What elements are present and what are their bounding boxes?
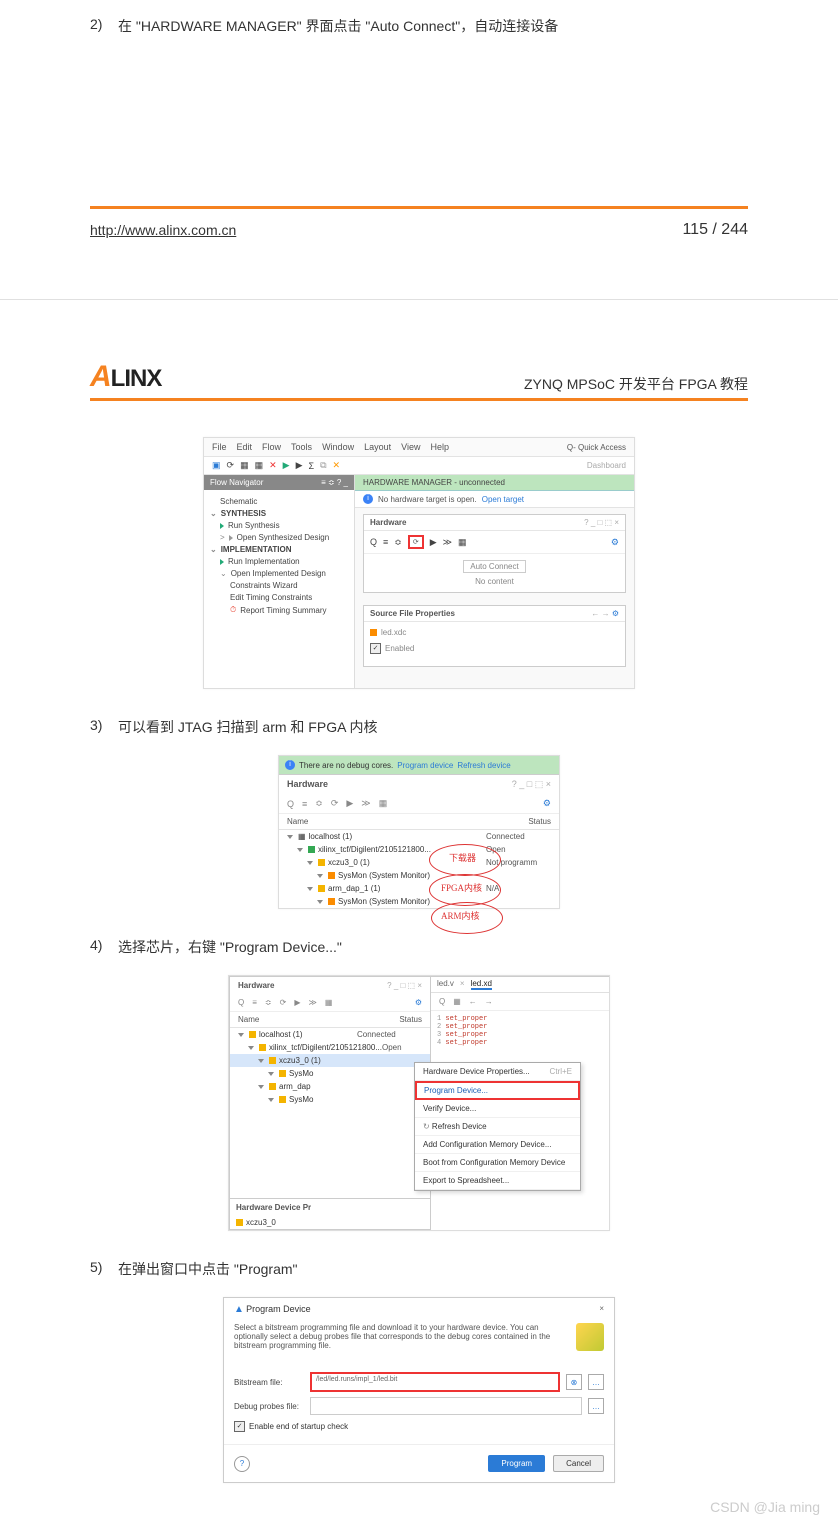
nav-item[interactable]: Schematic — [210, 497, 348, 506]
context-menu: Hardware Device Properties...Ctrl+EProgr… — [414, 1062, 581, 1191]
step-text: 在 "HARDWARE MANAGER" 界面点击 "Auto Connect"… — [118, 16, 748, 36]
dashboard-label[interactable]: Dashboard — [587, 461, 626, 470]
open-target-link[interactable]: Open target — [482, 495, 524, 504]
menubar: File Edit Flow Tools Window Layout View … — [204, 438, 634, 457]
screenshot-jtag-scan: i There are no debug cores. Program devi… — [278, 755, 560, 909]
probes-input[interactable] — [310, 1397, 582, 1415]
table-row[interactable]: xilinx_tcf/Digilent/2105121800...Open — [230, 1041, 430, 1054]
step-4: 4) 选择芯片，右键 "Program Device..." — [90, 937, 748, 957]
help-icon[interactable]: ? — [234, 1456, 250, 1472]
menu-view[interactable]: View — [401, 442, 420, 452]
nav-item[interactable]: ⏱ Report Timing Summary — [210, 605, 348, 615]
program-device-link[interactable]: Program device — [397, 761, 453, 770]
nav-item[interactable]: ⌄ Open Implemented Design — [210, 569, 348, 578]
search-icon[interactable]: Q — [370, 537, 377, 547]
program-button[interactable]: Program — [488, 1455, 545, 1472]
dialog-title: Program Device — [246, 1304, 311, 1314]
table-row[interactable]: xilinx_tcf/Digilent/2105121800...Open — [279, 843, 559, 856]
flow-navigator: Flow Navigator≡ ≎ ? _ Schematic⌄ SYNTHES… — [204, 475, 355, 688]
browse-icon[interactable]: … — [588, 1398, 604, 1414]
info-banner: i No hardware target is open. Open targe… — [355, 491, 634, 508]
step-3: 3) 可以看到 JTAG 扫描到 arm 和 FPGA 内核 — [90, 717, 748, 737]
chip-icon — [236, 1219, 243, 1226]
menu-edit[interactable]: Edit — [237, 442, 253, 452]
dialog-description: Select a bitstream programming file and … — [234, 1323, 568, 1351]
nav-item[interactable]: > Open Synthesized Design — [210, 533, 348, 542]
browse-icon[interactable]: … — [588, 1374, 604, 1390]
auto-connect-tooltip: Auto Connect — [463, 560, 525, 573]
page-separator — [0, 299, 838, 300]
menu-window[interactable]: Window — [322, 442, 354, 452]
xilinx-logo — [576, 1323, 604, 1351]
page-header: ALINX ZYNQ MPSoC 开发平台 FPGA 教程 — [90, 360, 748, 401]
bitstream-input[interactable]: /led/led.runs/impl_1/led.bit — [310, 1372, 560, 1392]
menu-item[interactable]: Program Device... — [415, 1081, 580, 1100]
tab-ledxdc[interactable]: led.xd — [471, 979, 492, 990]
screenshot-vivado-hwmanager: File Edit Flow Tools Window Layout View … — [203, 437, 635, 689]
menu-file[interactable]: File — [212, 442, 227, 452]
menu-flow[interactable]: Flow — [262, 442, 281, 452]
doc-subtitle: ZYNQ MPSoC 开发平台 FPGA 教程 — [524, 374, 748, 394]
source-file-props-panel: Source File Properties← → ⚙ led.xdc ✓Ena… — [363, 605, 626, 667]
auto-connect-icon[interactable]: ⟳ — [408, 535, 424, 549]
table-row[interactable]: SysMon (System Monitor) — [279, 869, 559, 882]
quick-access[interactable]: Q- Quick Access — [567, 443, 626, 452]
info-icon: i — [285, 760, 295, 770]
file-icon — [370, 629, 377, 636]
table-row[interactable]: SysMon (System Monitor) — [279, 895, 559, 908]
cancel-button[interactable]: Cancel — [553, 1455, 604, 1472]
refresh-device-link[interactable]: Refresh device — [457, 761, 510, 770]
step-2: 2) 在 "HARDWARE MANAGER" 界面点击 "Auto Conne… — [90, 16, 748, 36]
screenshot-program-dialog: ▲ Program Device × Select a bitstream pr… — [223, 1297, 615, 1483]
hw-device-props-title: Hardware Device Pr — [230, 1198, 430, 1216]
hw-manager-title: HARDWARE MANAGER - unconnected — [355, 475, 634, 491]
nav-item[interactable]: Run Implementation — [210, 557, 348, 566]
menu-item[interactable]: ↻ Refresh Device — [415, 1118, 580, 1136]
page-2: ALINX ZYNQ MPSoC 开发平台 FPGA 教程 File Edit … — [0, 350, 838, 1525]
close-icon[interactable]: × — [599, 1304, 604, 1315]
menu-item[interactable]: Hardware Device Properties...Ctrl+E — [415, 1063, 580, 1081]
table-row[interactable]: xczu3_0 (1) — [230, 1054, 430, 1067]
table-row[interactable]: arm_dap_1 (1)N/A — [279, 882, 559, 895]
hardware-panel: Hardware? _ □ ⬚ × Q ≡≎ ⟳ ▶≫▦ ⚙ Auto Conn… — [363, 514, 626, 593]
tab-ledv[interactable]: led.v — [437, 979, 454, 990]
app-icon: ▲ — [234, 1304, 244, 1315]
page-1: 2) 在 "HARDWARE MANAGER" 界面点击 "Auto Conne… — [0, 0, 838, 259]
clear-icon[interactable]: ⊗ — [566, 1374, 582, 1390]
menu-layout[interactable]: Layout — [364, 442, 391, 452]
table-row[interactable]: SysMo — [230, 1093, 430, 1106]
menu-item[interactable]: Boot from Configuration Memory Device — [415, 1154, 580, 1172]
info-icon: i — [363, 494, 373, 504]
table-row[interactable]: arm_dap — [230, 1080, 430, 1093]
page-number: 115 / 244 — [682, 221, 748, 239]
menu-item[interactable]: Verify Device... — [415, 1100, 580, 1118]
gear-icon[interactable]: ⚙ — [611, 537, 619, 548]
menu-help[interactable]: Help — [430, 442, 449, 452]
nav-item[interactable]: Run Synthesis — [210, 521, 348, 530]
alinx-logo: ALINX — [90, 360, 161, 394]
menu-tools[interactable]: Tools — [291, 442, 312, 452]
page-footer: http://www.alinx.com.cn 115 / 244 — [90, 206, 748, 239]
toolbar: ▣⟳▦▦ ✕ ▶▶ Σ⧉✕ Dashboard — [204, 457, 634, 475]
nav-item[interactable]: Edit Timing Constraints — [210, 593, 348, 602]
probes-label: Debug probes file: — [234, 1402, 304, 1411]
enable-startup-check[interactable]: ✓ Enable end of startup check — [234, 1421, 604, 1432]
table-row[interactable]: ▦ localhost (1)Connected — [279, 830, 559, 843]
csdn-watermark: CSDN @Jia ming — [710, 1499, 820, 1515]
footer-url[interactable]: http://www.alinx.com.cn — [90, 222, 236, 238]
table-row[interactable]: xczu3_0 (1)Not programm — [279, 856, 559, 869]
menu-item[interactable]: Export to Spreadsheet... — [415, 1172, 580, 1190]
step-5: 5) 在弹出窗口中点击 "Program" — [90, 1259, 748, 1279]
table-row[interactable]: localhost (1)Connected — [230, 1028, 430, 1041]
screenshot-program-device-menu: Hardware? _ □ ⬚ × Q≡≎⟳▶≫▦⚙ NameStatus lo… — [228, 975, 610, 1231]
bitstream-label: Bitstream file: — [234, 1378, 304, 1387]
nav-item[interactable]: Constraints Wizard — [210, 581, 348, 590]
menu-item[interactable]: Add Configuration Memory Device... — [415, 1136, 580, 1154]
table-row[interactable]: SysMo — [230, 1067, 430, 1080]
step-number: 2) — [90, 16, 118, 36]
